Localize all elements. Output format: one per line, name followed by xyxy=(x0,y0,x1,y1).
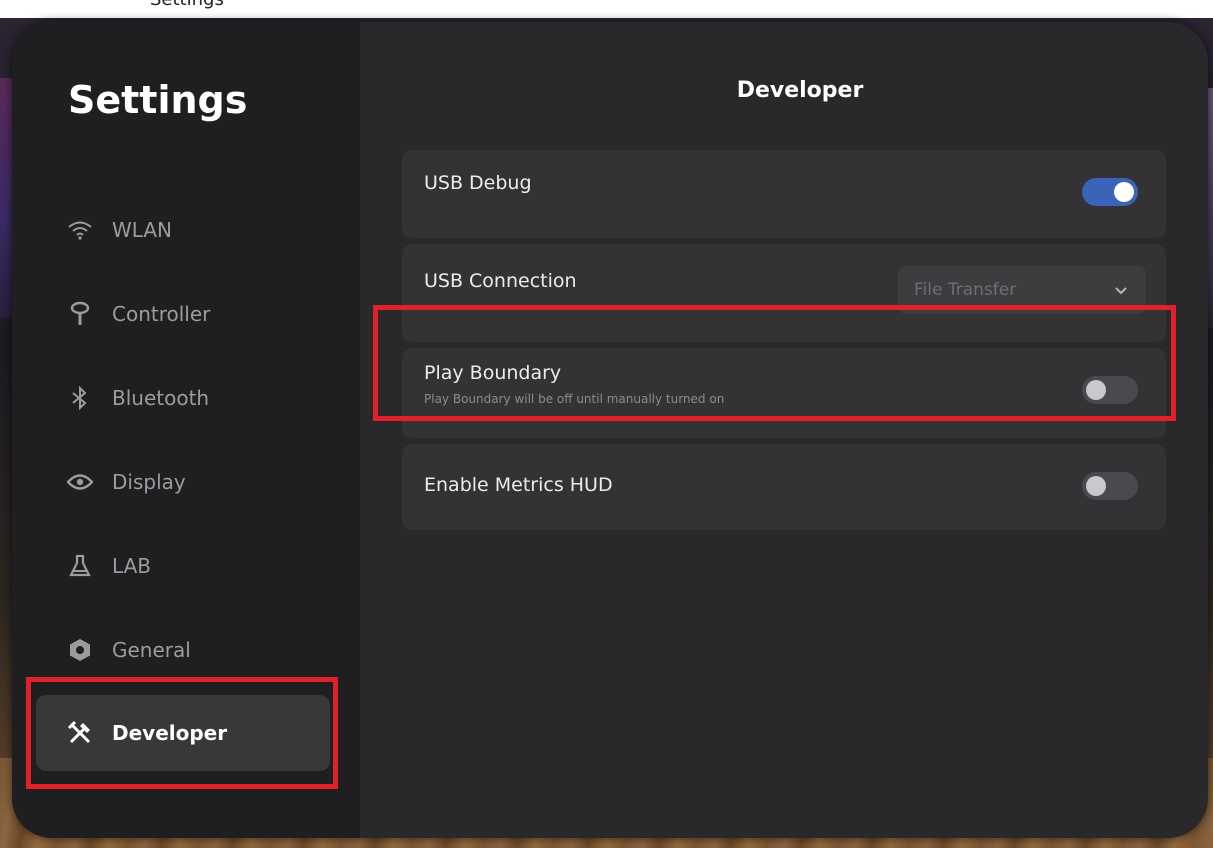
metrics-hud-toggle[interactable] xyxy=(1082,472,1138,500)
sidebar-item-label: WLAN xyxy=(112,218,173,242)
sidebar-item-label: General xyxy=(112,638,191,662)
controller-icon xyxy=(66,300,94,328)
flask-icon xyxy=(66,552,94,580)
sidebar-item-label: LAB xyxy=(112,554,152,578)
sidebar-item-display[interactable]: Display xyxy=(36,444,330,520)
usb-debug-toggle[interactable] xyxy=(1082,178,1138,206)
settings-panel: Settings WLAN Controller Bluetooth Displ… xyxy=(12,22,1208,838)
usb-debug-label: USB Debug xyxy=(424,172,532,194)
sidebar-item-label: Display xyxy=(112,470,186,494)
metrics-hud-label: Enable Metrics HUD xyxy=(424,474,613,496)
wifi-icon xyxy=(66,216,94,244)
sidebar-item-label: Controller xyxy=(112,302,211,326)
usb-debug-row: USB Debug xyxy=(402,150,1166,238)
sidebar-item-controller[interactable]: Controller xyxy=(36,276,330,352)
eye-icon xyxy=(66,468,94,496)
developer-content: Developer USB Debug USB Connection File … xyxy=(360,22,1208,838)
chevron-down-icon xyxy=(1114,285,1128,295)
top-strip: Settings xyxy=(0,0,1213,18)
sidebar-item-label: Bluetooth xyxy=(112,386,210,410)
sidebar-item-lab[interactable]: LAB xyxy=(36,528,330,604)
developer-highlight-box xyxy=(26,677,338,789)
metrics-hud-row: Enable Metrics HUD xyxy=(402,444,1166,530)
play-boundary-highlight-box xyxy=(373,305,1176,421)
sidebar-item-wlan[interactable]: WLAN xyxy=(36,192,330,268)
sidebar: Settings WLAN Controller Bluetooth Displ… xyxy=(12,22,360,838)
toggle-knob xyxy=(1114,182,1134,202)
page-title: Developer xyxy=(736,78,864,103)
toggle-knob xyxy=(1086,476,1106,496)
dropdown-value: File Transfer xyxy=(914,280,1017,300)
page-caption: Settings xyxy=(150,0,224,10)
sidebar-title: Settings xyxy=(68,78,248,122)
sidebar-item-bluetooth[interactable]: Bluetooth xyxy=(36,360,330,436)
bluetooth-icon xyxy=(66,384,94,412)
usb-connection-label: USB Connection xyxy=(424,270,577,292)
hexagon-gear-icon xyxy=(66,636,94,664)
